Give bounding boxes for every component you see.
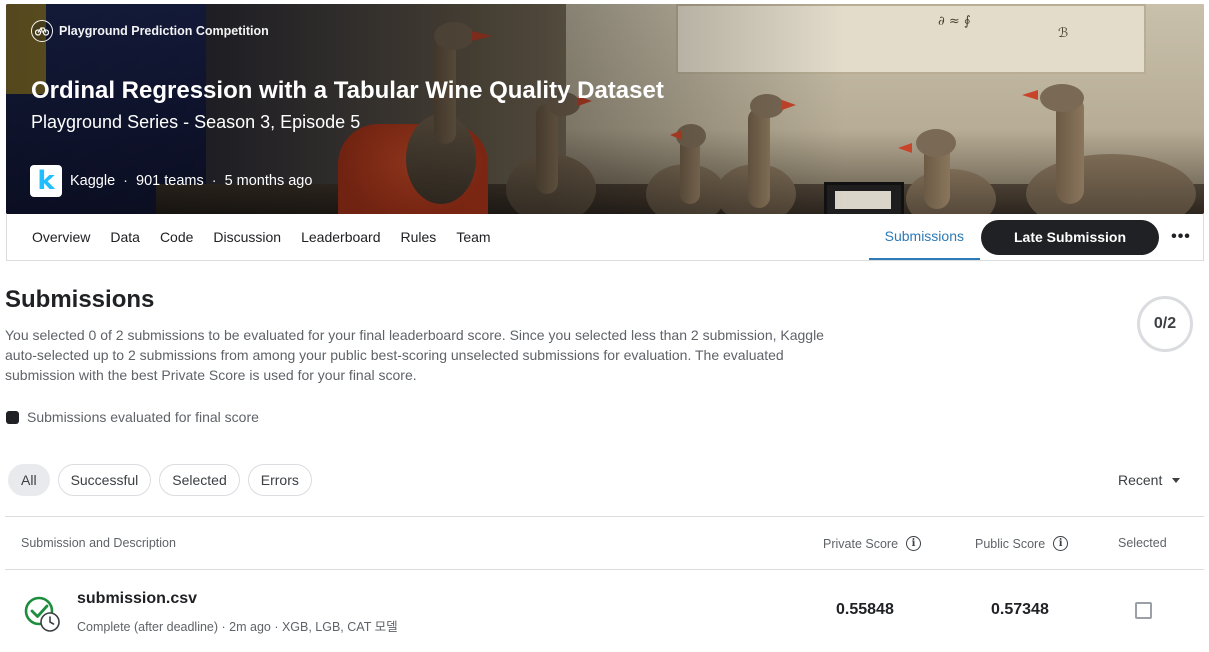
filter-errors[interactable]: Errors xyxy=(247,464,312,496)
page-title: Submissions xyxy=(5,286,155,313)
bicycle-icon xyxy=(31,20,53,42)
competition-meta: k Kaggle · 901 teams · 5 months ago xyxy=(30,165,312,197)
submission-meta: Complete (after deadline) · 2m ago · XGB… xyxy=(77,620,398,634)
selected-counter: 0/2 xyxy=(1137,296,1193,352)
submission-file-name[interactable]: submission.csv xyxy=(77,590,197,608)
tab-data[interactable]: Data xyxy=(110,214,140,260)
legend: Submissions evaluated for final score xyxy=(6,409,259,425)
filter-selected[interactable]: Selected xyxy=(159,464,240,496)
select-checkbox[interactable] xyxy=(1135,602,1152,619)
caret-down-icon xyxy=(1172,477,1181,483)
filter-all[interactable]: All xyxy=(8,464,50,496)
competition-subtitle: Playground Series - Season 3, Episode 5 xyxy=(31,112,361,132)
column-public-score: Public Score i xyxy=(975,536,1069,551)
column-label: Public Score xyxy=(975,536,1046,551)
meta-separator: · xyxy=(211,173,217,189)
legend-swatch xyxy=(6,410,19,424)
more-options-icon[interactable]: ••• xyxy=(1169,225,1193,249)
tab-overview[interactable]: Overview xyxy=(32,214,90,260)
column-label: Submission and Description xyxy=(21,536,176,550)
team-count: 901 teams xyxy=(136,173,204,189)
competition-nav: Overview Data Code Discussion Leaderboar… xyxy=(6,214,1204,261)
meta-separator: · xyxy=(123,173,128,189)
competition-header-banner: ∂ ﻿≈ ∮ ℬ xyxy=(6,4,1204,214)
sort-dropdown[interactable]: Recent xyxy=(1118,472,1181,488)
private-score: 0.55848 xyxy=(836,601,894,618)
public-score: 0.57348 xyxy=(991,601,1049,618)
competition-age: 5 months ago xyxy=(224,173,313,189)
table-header: Submission and Description Private Score… xyxy=(5,516,1204,570)
column-selected: Selected xyxy=(1118,536,1167,550)
column-label: Private Score xyxy=(823,536,899,551)
filter-chips: All Successful Selected Errors xyxy=(8,464,312,496)
tab-team[interactable]: Team xyxy=(456,214,490,260)
tab-code[interactable]: Code xyxy=(160,214,193,260)
column-private-score: Private Score i xyxy=(823,536,922,551)
filter-successful[interactable]: Successful xyxy=(57,464,152,496)
competition-title: Ordinal Regression with a Tabular Wine Q… xyxy=(31,77,664,104)
table-row: submission.csv Complete (after deadline)… xyxy=(5,571,1204,652)
tab-leaderboard[interactable]: Leaderboard xyxy=(301,214,380,260)
column-label: Selected xyxy=(1118,536,1167,550)
complete-check-icon xyxy=(24,596,60,632)
nav-tabs: Overview Data Code Discussion Leaderboar… xyxy=(7,214,491,260)
info-icon[interactable]: i xyxy=(1053,536,1069,551)
late-submission-button[interactable]: Late Submission xyxy=(981,219,1159,255)
info-icon[interactable]: i xyxy=(906,536,922,551)
legend-label: Submissions evaluated for final score xyxy=(27,409,259,425)
tab-submissions[interactable]: Submissions xyxy=(868,214,980,260)
submissions-description: You selected 0 of 2 submissions to be ev… xyxy=(5,327,824,383)
competition-type: Playground Prediction Competition xyxy=(31,20,269,42)
tab-discussion[interactable]: Discussion xyxy=(213,214,281,260)
column-submission: Submission and Description xyxy=(21,536,176,550)
nav-actions: Submissions Late Submission ••• xyxy=(868,214,1193,260)
tab-rules[interactable]: Rules xyxy=(401,214,437,260)
sort-label: Recent xyxy=(1118,472,1163,488)
host-name[interactable]: Kaggle xyxy=(70,173,115,189)
competition-type-label: Playground Prediction Competition xyxy=(59,24,269,38)
kaggle-logo-icon[interactable]: k xyxy=(30,165,62,197)
